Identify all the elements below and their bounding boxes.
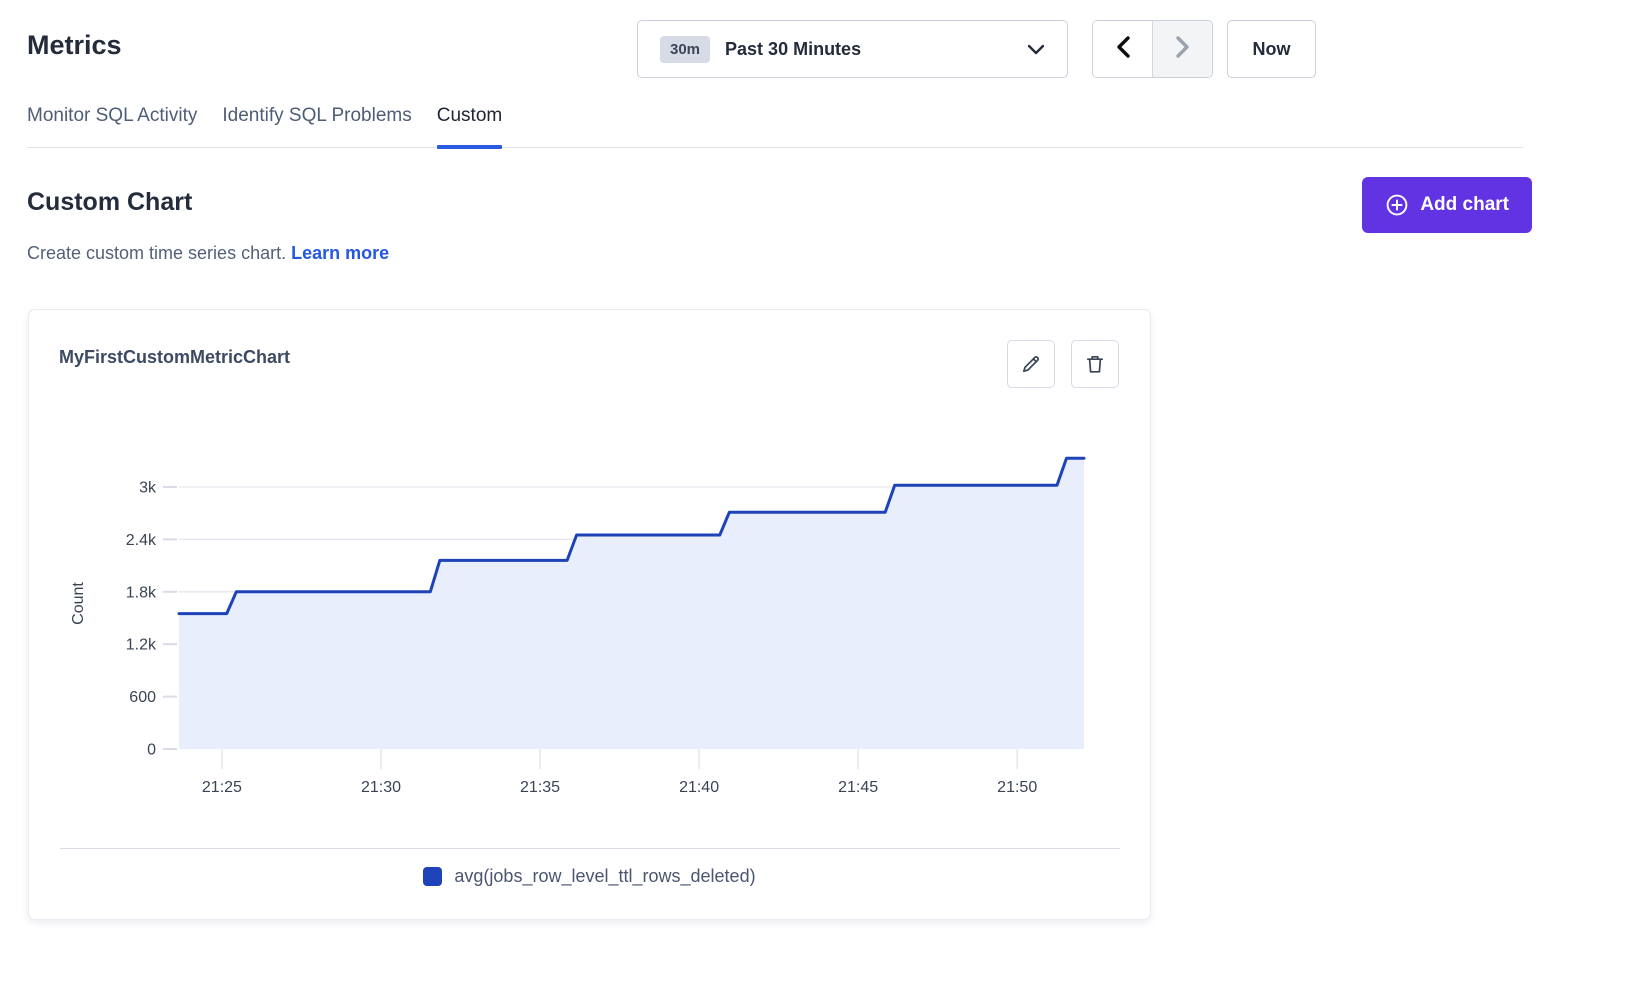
svg-text:21:45: 21:45 <box>838 779 878 796</box>
tab-identify-sql-problems[interactable]: Identify SQL Problems <box>222 102 411 147</box>
tab-bar: Monitor SQL Activity Identify SQL Proble… <box>27 102 1524 148</box>
chart-card-title: MyFirstCustomMetricChart <box>59 347 290 368</box>
legend-label: avg(jobs_row_level_ttl_rows_deleted) <box>454 866 755 887</box>
chart-legend: avg(jobs_row_level_ttl_rows_deleted) <box>29 866 1150 887</box>
legend-swatch <box>423 867 442 886</box>
learn-more-link[interactable]: Learn more <box>291 243 389 263</box>
metrics-page: Metrics 30m Past 30 Minutes Now Monitor … <box>0 0 1650 982</box>
svg-text:1.2k: 1.2k <box>126 637 157 654</box>
svg-text:600: 600 <box>129 689 156 706</box>
svg-text:21:40: 21:40 <box>679 779 719 796</box>
delete-chart-button[interactable] <box>1071 340 1119 388</box>
time-range-label: Past 30 Minutes <box>725 39 861 60</box>
time-range-select[interactable]: 30m Past 30 Minutes <box>637 20 1068 78</box>
tab-monitor-sql-activity[interactable]: Monitor SQL Activity <box>27 102 197 147</box>
svg-text:0: 0 <box>147 742 156 759</box>
chevron-left-icon <box>1115 35 1131 64</box>
svg-text:Count: Count <box>70 582 87 625</box>
tab-custom[interactable]: Custom <box>437 102 502 147</box>
section-description-text: Create custom time series chart. <box>27 243 286 263</box>
next-time-button[interactable] <box>1153 21 1212 77</box>
time-pager <box>1092 20 1213 78</box>
chart-card-actions <box>1007 340 1119 388</box>
plus-circle-icon <box>1385 193 1409 217</box>
svg-text:21:35: 21:35 <box>520 779 560 796</box>
svg-text:21:30: 21:30 <box>361 779 401 796</box>
trash-icon <box>1083 352 1107 376</box>
svg-text:21:25: 21:25 <box>202 779 242 796</box>
svg-text:1.8k: 1.8k <box>126 584 157 601</box>
now-button-label: Now <box>1253 39 1291 60</box>
chevron-down-icon <box>1027 42 1045 61</box>
section-description: Create custom time series chart. Learn m… <box>27 243 389 264</box>
svg-text:3k: 3k <box>139 480 157 497</box>
page-title: Metrics <box>27 30 122 61</box>
custom-metric-chart: 0 600 1.2k 1.8k 2.4k 3k 21:25 21:30 21:35 21:40 21… <box>59 410 1124 820</box>
now-button[interactable]: Now <box>1227 20 1316 78</box>
chevron-right-icon <box>1175 35 1191 64</box>
section-heading: Custom Chart <box>27 188 192 217</box>
pencil-icon <box>1019 352 1043 376</box>
edit-chart-button[interactable] <box>1007 340 1055 388</box>
time-range-badge: 30m <box>660 36 710 63</box>
legend-divider <box>60 848 1120 849</box>
add-chart-label: Add chart <box>1420 194 1509 216</box>
chart-card: MyFirstCustomMetricChart <box>28 309 1151 920</box>
svg-text:21:50: 21:50 <box>997 779 1037 796</box>
svg-text:2.4k: 2.4k <box>126 532 157 549</box>
add-chart-button[interactable]: Add chart <box>1362 177 1532 233</box>
prev-time-button[interactable] <box>1093 21 1153 77</box>
